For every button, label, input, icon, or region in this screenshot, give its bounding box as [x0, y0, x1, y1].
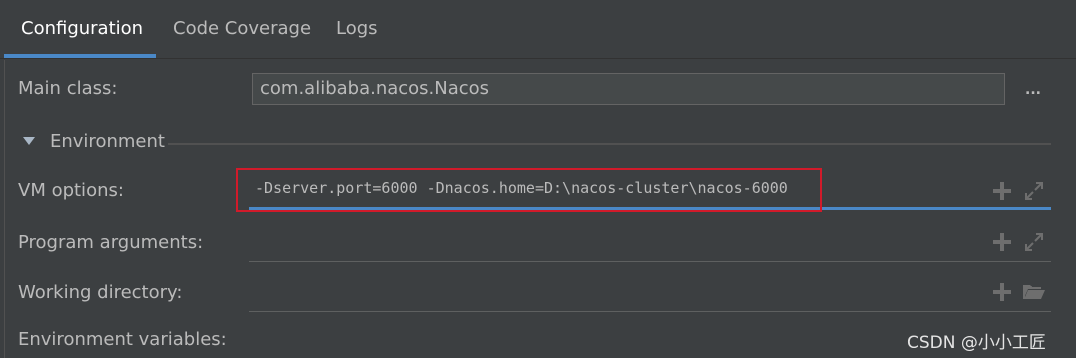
environment-variables-label: Environment variables: — [18, 329, 227, 350]
watermark: CSDN @小小工匠 — [907, 333, 1046, 353]
plus-icon[interactable] — [993, 283, 1011, 301]
tab-logs[interactable]: Logs — [336, 0, 378, 58]
browse-icon[interactable]: ... — [1023, 80, 1043, 100]
main-class-field[interactable]: com.alibaba.nacos.Nacos — [252, 73, 1005, 105]
plus-icon[interactable] — [993, 233, 1011, 251]
vm-options-highlight — [236, 168, 822, 212]
environment-section-label[interactable]: Environment — [50, 131, 165, 152]
vm-options-label: VM options: — [18, 180, 124, 201]
working-directory-field[interactable] — [249, 272, 1051, 312]
program-arguments-field[interactable] — [249, 222, 1051, 262]
program-arguments-label: Program arguments: — [18, 232, 204, 253]
active-tab-indicator — [4, 54, 156, 58]
expand-icon[interactable] — [1024, 181, 1044, 201]
tab-configuration[interactable]: Configuration — [21, 0, 143, 58]
tab-bar: Configuration Code Coverage Logs — [0, 0, 1076, 59]
tab-code-coverage[interactable]: Code Coverage — [173, 0, 311, 58]
triangle-down-icon[interactable] — [23, 137, 35, 145]
folder-icon[interactable] — [1022, 283, 1046, 301]
plus-icon[interactable] — [993, 182, 1011, 200]
expand-icon[interactable] — [1024, 232, 1044, 252]
main-class-label: Main class: — [18, 78, 118, 99]
working-directory-label: Working directory: — [18, 282, 183, 303]
section-divider — [168, 143, 1051, 145]
